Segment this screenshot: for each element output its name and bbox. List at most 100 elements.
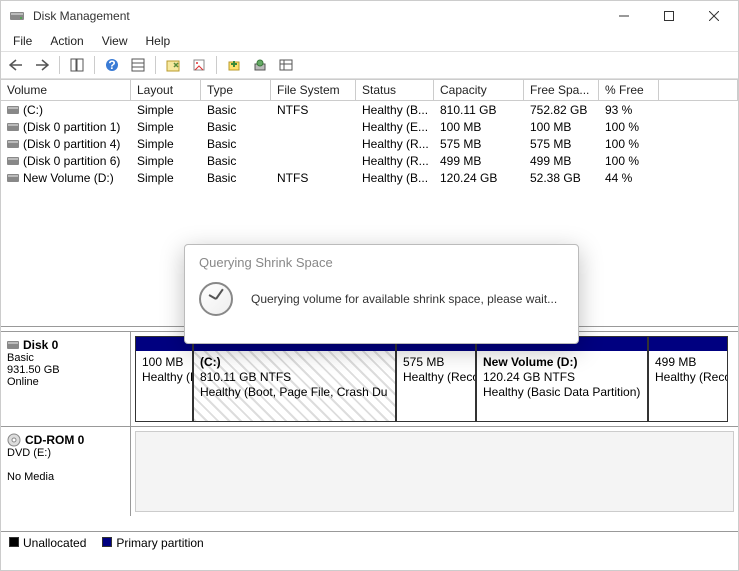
separator — [155, 56, 156, 74]
disk-row: CD-ROM 0DVD (E:) No Media — [1, 426, 738, 516]
disk-icon — [7, 341, 19, 349]
clock-icon — [199, 282, 233, 316]
disk-info[interactable]: CD-ROM 0DVD (E:) No Media — [1, 427, 131, 516]
partition-status: Healthy (Reco — [655, 370, 727, 384]
col-layout[interactable]: Layout — [131, 80, 201, 100]
partition[interactable]: (C:)810.11 GB NTFSHealthy (Boot, Page Fi… — [193, 336, 396, 422]
volume-row[interactable]: (Disk 0 partition 4) SimpleBasic Healthy (… — [1, 135, 738, 152]
help-button[interactable]: ? — [101, 54, 123, 76]
col-free-space[interactable]: Free Spa... — [524, 80, 599, 100]
volume-pct: 93 % — [599, 103, 659, 117]
volume-row[interactable]: New Volume (D:)SimpleBasicNTFSHealthy (B… — [1, 169, 738, 186]
volume-free: 499 MB — [524, 154, 599, 168]
volume-pct: 100 % — [599, 120, 659, 134]
list-view-button[interactable] — [275, 54, 297, 76]
graphical-view: Disk 0Basic931.50 GBOnline100 MBHealthy … — [1, 331, 738, 531]
svg-text:?: ? — [108, 58, 115, 72]
volume-layout: Simple — [131, 120, 201, 134]
volume-pct: 100 % — [599, 137, 659, 151]
swatch-black-icon — [9, 537, 19, 547]
disk-size: 931.50 GB — [7, 364, 124, 376]
disk-type: DVD (E:) — [7, 447, 124, 459]
maximize-button[interactable] — [646, 1, 691, 31]
partition-size: 575 MB — [403, 355, 444, 369]
legend-unallocated: Unallocated — [9, 536, 86, 550]
show-hide-tree-button[interactable] — [66, 54, 88, 76]
volume-free: 52.38 GB — [524, 171, 599, 185]
forward-button[interactable] — [31, 54, 53, 76]
separator — [94, 56, 95, 74]
partition-header — [649, 337, 727, 351]
attach-vhd-button[interactable] — [249, 54, 271, 76]
menu-file[interactable]: File — [5, 32, 40, 50]
volume-type: Basic — [201, 137, 271, 151]
dialog-title: Querying Shrink Space — [185, 245, 578, 274]
partition[interactable]: New Volume (D:)120.24 GB NTFSHealthy (Ba… — [476, 336, 648, 422]
col-blank[interactable] — [659, 80, 738, 100]
volume-status: Healthy (B... — [356, 103, 434, 117]
menu-view[interactable]: View — [94, 32, 136, 50]
partition-size: 100 MB — [142, 355, 183, 369]
legend-unallocated-label: Unallocated — [23, 536, 86, 550]
disk-name: CD-ROM 0 — [25, 433, 84, 447]
disk-icon — [7, 174, 19, 182]
partition[interactable]: 499 MBHealthy (Reco — [648, 336, 728, 422]
swatch-navy-icon — [102, 537, 112, 547]
volume-pct: 44 % — [599, 171, 659, 185]
volume-status: Healthy (E... — [356, 120, 434, 134]
volume-layout: Simple — [131, 154, 201, 168]
volume-layout: Simple — [131, 171, 201, 185]
disk-info[interactable]: Disk 0Basic931.50 GBOnline — [1, 332, 131, 426]
partition-status: Healthy (Basic Data Partition) — [483, 385, 640, 399]
volume-list-header[interactable]: Volume Layout Type File System Status Ca… — [1, 79, 738, 101]
volume-name: (Disk 0 partition 4) — [23, 137, 120, 151]
disk-icon — [7, 157, 19, 165]
disk-name: Disk 0 — [23, 338, 58, 352]
refresh-button[interactable] — [162, 54, 184, 76]
toolbar: ? — [1, 51, 738, 79]
col-percent-free[interactable]: % Free — [599, 80, 659, 100]
minimize-button[interactable] — [601, 1, 646, 31]
volume-row[interactable]: (Disk 0 partition 6)SimpleBasicHealthy (… — [1, 152, 738, 169]
volume-row[interactable]: (Disk 0 partition 1)SimpleBasicHealthy (… — [1, 118, 738, 135]
col-status[interactable]: Status — [356, 80, 434, 100]
disk-status: No Media — [7, 471, 124, 483]
partition[interactable]: 575 MBHealthy (Reco — [396, 336, 476, 422]
disk-status: Online — [7, 376, 124, 388]
partitions: 100 MBHealthy (E(C:)810.11 GB NTFSHealth… — [131, 332, 738, 426]
volume-type: Basic — [201, 103, 271, 117]
volume-capacity: 810.11 GB — [434, 103, 524, 117]
volume-status: Healthy (B... — [356, 171, 434, 185]
col-file-system[interactable]: File System — [271, 80, 356, 100]
disk-type: Basic — [7, 352, 124, 364]
window-title: Disk Management — [33, 9, 601, 23]
dialog-message: Querying volume for available shrink spa… — [251, 292, 557, 306]
settings-button[interactable] — [127, 54, 149, 76]
volume-status: Healthy (R... — [356, 137, 434, 151]
volume-capacity: 100 MB — [434, 120, 524, 134]
col-capacity[interactable]: Capacity — [434, 80, 524, 100]
shrink-dialog: Querying Shrink Space Querying volume fo… — [184, 244, 579, 344]
volume-capacity: 120.24 GB — [434, 171, 524, 185]
partition[interactable]: 100 MBHealthy (E — [135, 336, 193, 422]
volume-row[interactable]: (C:) SimpleBasicNTFSHealthy (B...810.11 G… — [1, 101, 738, 118]
close-button[interactable] — [691, 1, 736, 31]
disk-row: Disk 0Basic931.50 GBOnline100 MBHealthy … — [1, 331, 738, 426]
volume-layout: Simple — [131, 103, 201, 117]
col-type[interactable]: Type — [201, 80, 271, 100]
window-controls — [601, 1, 736, 31]
legend-primary-label: Primary partition — [116, 536, 203, 550]
menu-action[interactable]: Action — [42, 32, 91, 50]
volume-type: Basic — [201, 171, 271, 185]
legend-primary: Primary partition — [102, 536, 203, 550]
app-icon — [9, 8, 25, 24]
volume-name: (C:) — [23, 103, 43, 117]
properties-button[interactable] — [188, 54, 210, 76]
menu-help[interactable]: Help — [138, 32, 179, 50]
back-button[interactable] — [5, 54, 27, 76]
create-vhd-button[interactable] — [223, 54, 245, 76]
volume-fs: NTFS — [271, 103, 356, 117]
volume-layout: Simple — [131, 137, 201, 151]
volume-type: Basic — [201, 120, 271, 134]
col-volume[interactable]: Volume — [1, 80, 131, 100]
